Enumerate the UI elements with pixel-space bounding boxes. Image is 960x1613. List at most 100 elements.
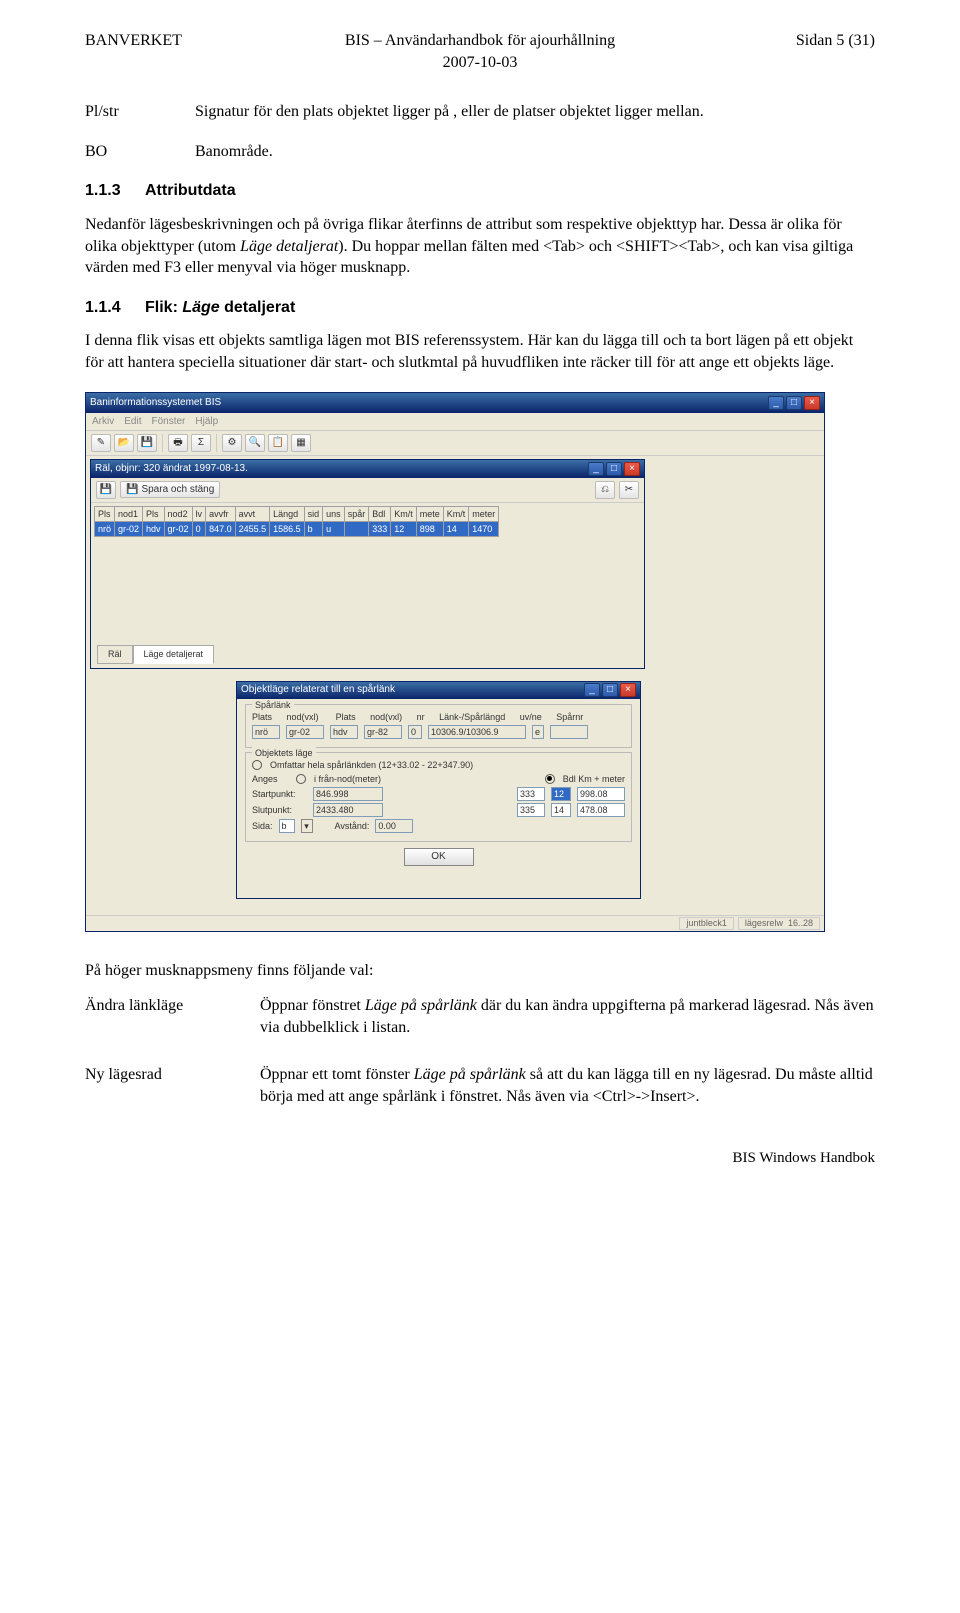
disk-icon: 💾 [126, 483, 138, 497]
save-icon[interactable]: 💾 [96, 481, 116, 499]
app-toolbar: ✎ 📂 💾 🖶 Σ ⚙ 🔍 📋 ▦ [86, 431, 824, 456]
inp-nr[interactable]: 0 [408, 725, 422, 739]
start-bdl[interactable]: 333 [517, 787, 545, 801]
save-close-label: Spara och stäng [141, 483, 214, 497]
inp-uvne[interactable]: e [532, 725, 544, 739]
sparlank-legend: Spårlänk [252, 699, 294, 711]
child-tabs: Räl Läge detaljerat [97, 645, 214, 663]
dropdown-icon[interactable]: ▾ [301, 819, 313, 833]
tab-ral[interactable]: Räl [97, 645, 133, 663]
minimize-button[interactable]: _ [588, 462, 604, 476]
radio-bdl-label: Bdl Km + meter [563, 773, 625, 785]
sida-value[interactable]: b [279, 819, 295, 833]
start-meter[interactable]: 998.08 [577, 787, 625, 801]
slut-bdl[interactable]: 335 [517, 803, 545, 817]
menubar: Arkiv Edit Fönster Hjälp [86, 413, 824, 432]
lbl-sparnr: Spårnr [556, 711, 583, 723]
startpunkt-value[interactable]: 846.998 [313, 787, 383, 801]
menu-item[interactable]: Edit [124, 415, 141, 429]
tool-icon[interactable]: ▦ [291, 434, 311, 452]
object-window: Räl, objnr: 320 ändrat 1997-08-13. _ □ ×… [90, 459, 645, 669]
maximize-button[interactable]: □ [602, 683, 618, 697]
section-114-heading: 1.1.4 Flik: Läge detaljerat [85, 297, 875, 319]
header-date: 2007-10-03 [265, 52, 695, 74]
tab-lage-detaljerat[interactable]: Läge detaljerat [133, 645, 215, 663]
menu-item[interactable]: Fönster [151, 415, 185, 429]
menu-desc: Öppnar ett tomt fönster Läge på spårlänk… [260, 1064, 875, 1107]
close-button[interactable]: × [804, 396, 820, 410]
sparlank-fieldset: Spårlänk Plats nod(vxl) Plats nod(vxl) n… [245, 704, 632, 748]
radio-omfattar-label: Omfattar hela spårlänkden (12+33.02 - 22… [270, 759, 473, 771]
open-icon[interactable]: 📂 [114, 434, 134, 452]
pencil-icon[interactable]: ✎ [91, 434, 111, 452]
radio-frannod[interactable] [296, 774, 306, 784]
inp-sparnr[interactable] [550, 725, 588, 739]
grid-row-selected[interactable]: nrögr-02 hdvgr-02 0847.0 2455.51586.5 bu… [95, 521, 499, 536]
definitions-list: Pl/str Signatur för den plats objektet l… [85, 101, 875, 162]
section-title: Attributdata [145, 180, 236, 202]
sigma-icon[interactable]: Σ [191, 434, 211, 452]
dialog-titlebar: Objektläge relaterat till en spårlänk _ … [237, 682, 640, 699]
def-desc: Signatur för den plats objektet ligger p… [195, 101, 875, 123]
app-title: Baninformationssystemet BIS [90, 396, 221, 410]
close-button[interactable]: × [620, 683, 636, 697]
menu-term: Ändra länkläge [85, 995, 260, 1038]
tool-icon[interactable]: ⎌ [595, 481, 615, 499]
objlage-fieldset: Objektets läge Omfattar hela spårlänkden… [245, 752, 632, 842]
menu-term: Ny lägesrad [85, 1064, 260, 1107]
objlage-legend: Objektets läge [252, 747, 316, 759]
inp-nod1[interactable]: gr-02 [286, 725, 324, 739]
radio-bdl[interactable] [545, 774, 555, 784]
lage-grid[interactable]: Plsnod1 Plsnod2 lvavvfr avvtLängd siduns… [94, 506, 641, 537]
inp-nod2[interactable]: gr-82 [364, 725, 402, 739]
screenshot-figure: Baninformationssystemet BIS _ □ × Arkiv … [85, 392, 875, 932]
print-icon[interactable]: 🖶 [168, 434, 188, 452]
tool-icon[interactable]: 🔍 [245, 434, 265, 452]
bis-app-window: Baninformationssystemet BIS _ □ × Arkiv … [85, 392, 825, 932]
slut-km[interactable]: 14 [551, 803, 571, 817]
avstand-value[interactable]: 0.00 [375, 819, 413, 833]
slut-meter[interactable]: 478.08 [577, 803, 625, 817]
header-page: Sidan 5 (31) [695, 30, 875, 73]
inp-langd[interactable]: 10306.9/10306.9 [428, 725, 526, 739]
menu-item[interactable]: Arkiv [92, 415, 114, 429]
close-button[interactable]: × [624, 462, 640, 476]
inp-plats1[interactable]: nrö [252, 725, 280, 739]
menu-intro: På höger musknappsmeny finns följande va… [85, 960, 875, 982]
anges-label: Anges [252, 773, 290, 785]
maximize-button[interactable]: □ [786, 396, 802, 410]
radio-frannod-label: i från-nod(meter) [314, 773, 381, 785]
save-close-button[interactable]: 💾 Spara och stäng [120, 481, 220, 499]
child-title: Räl, objnr: 320 ändrat 1997-08-13. [95, 462, 248, 476]
save-icon[interactable]: 💾 [137, 434, 157, 452]
minimize-button[interactable]: _ [768, 396, 784, 410]
context-menu-list: Ändra länkläge Öppnar fönstret Läge på s… [85, 995, 875, 1107]
italic-phrase: Läge detaljerat [240, 238, 338, 255]
minimize-button[interactable]: _ [584, 683, 600, 697]
section-title-pre: Flik: [145, 299, 182, 316]
tool-icon[interactable]: ✂ [619, 481, 639, 499]
radio-omfattar[interactable] [252, 760, 262, 770]
child-titlebar: Räl, objnr: 320 ändrat 1997-08-13. _ □ × [91, 460, 644, 478]
tool-icon[interactable]: ⚙ [222, 434, 242, 452]
ok-button[interactable]: OK [404, 848, 474, 866]
tool-icon[interactable]: 📋 [268, 434, 288, 452]
objektlage-dialog: Objektläge relaterat till en spårlänk _ … [236, 681, 641, 899]
header-org: BANVERKET [85, 30, 265, 73]
inp-plats2[interactable]: hdv [330, 725, 358, 739]
lbl-uvne: uv/ne [520, 711, 542, 723]
menu-item[interactable]: Hjälp [195, 415, 218, 429]
grid-header-row: Plsnod1 Plsnod2 lvavvfr avvtLängd siduns… [95, 506, 499, 521]
lbl-plats: Plats [336, 711, 356, 723]
page-header: BANVERKET BIS – Användarhandbok för ajou… [85, 30, 875, 73]
slutpunkt-value[interactable]: 2433.480 [313, 803, 383, 817]
start-km[interactable]: 12 [551, 787, 571, 801]
maximize-button[interactable]: □ [606, 462, 622, 476]
slutpunkt-label: Slutpunkt: [252, 804, 307, 816]
status-bar: juntbleck1 lägesrelw 16..28 [86, 915, 824, 931]
menu-desc: Öppnar fönstret Läge på spårlänk där du … [260, 995, 875, 1038]
def-term: BO [85, 141, 195, 163]
section-title: Flik: Läge detaljerat [145, 297, 295, 319]
lbl-langd: Länk-/Spårlängd [439, 711, 505, 723]
section-113-heading: 1.1.3 Attributdata [85, 180, 875, 202]
